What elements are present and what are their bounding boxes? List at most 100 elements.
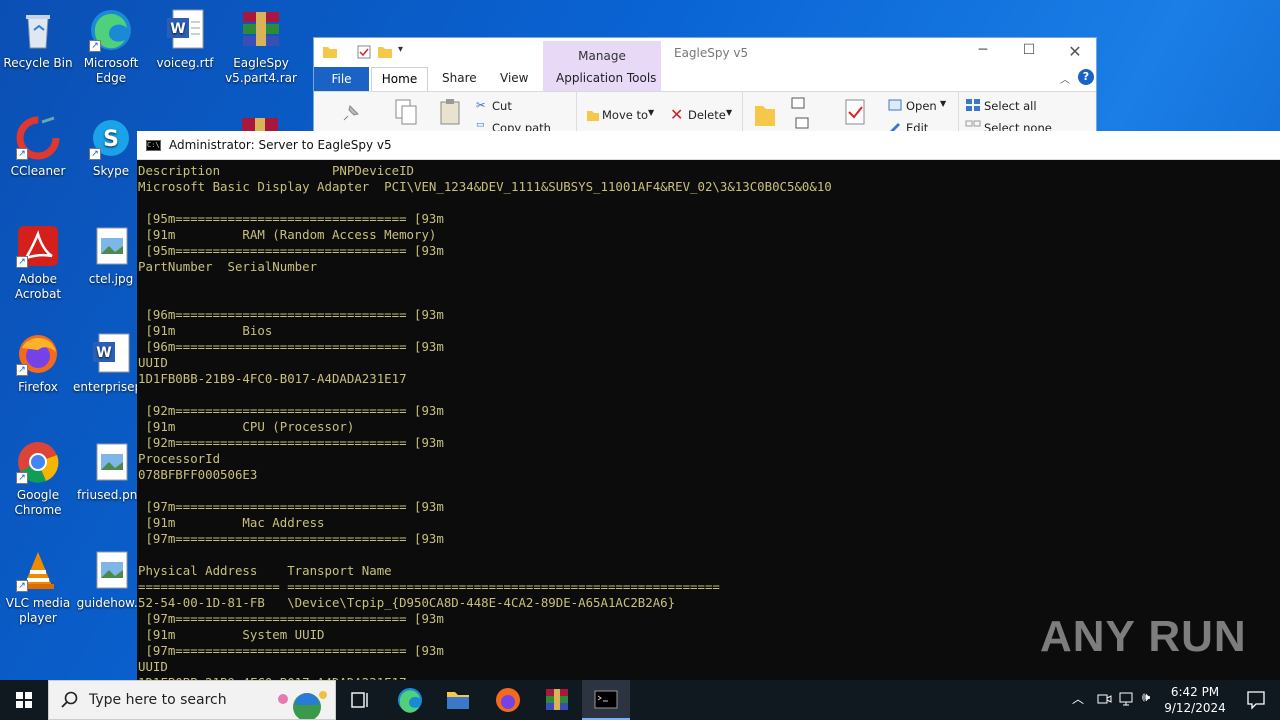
cmd-output-line: [96m=============================== [93m — [138, 339, 444, 354]
acrobat-icon: ↗ — [16, 224, 60, 268]
task-view-icon — [351, 692, 368, 708]
taskbar-explorer-button[interactable] — [434, 680, 482, 720]
shortcut-arrow-icon: ↗ — [16, 472, 28, 484]
winrar-archive-icon — [238, 116, 286, 131]
chevron-down-icon: ▼ — [648, 108, 655, 117]
scissors-icon: ✂ — [476, 98, 486, 112]
chevron-down-icon: ▼ — [940, 99, 947, 108]
cmd-output[interactable]: Description PNPDeviceID Microsoft Basic D… — [138, 163, 1280, 680]
open-button[interactable]: Open — [906, 99, 937, 113]
tab-view[interactable]: View — [500, 71, 528, 85]
desktop-icon-label: CCleaner — [10, 164, 66, 178]
adobe-acrobat-shortcut[interactable]: ↗ Adobe Acrobat — [0, 224, 76, 302]
paste-icon[interactable] — [438, 98, 462, 130]
collapse-ribbon-icon[interactable]: ︿ — [1060, 71, 1070, 86]
cmd-output-line: =================== ====================… — [138, 579, 720, 594]
shortcut-arrow-icon: ↗ — [16, 148, 28, 160]
desktop-icon-label: VLC media player — [5, 596, 71, 625]
cmd-output-line: 52-54-00-1D-81-FB \Device\Tcpip_{D950CA8… — [138, 595, 676, 610]
winrar-archive-icon — [239, 8, 283, 52]
shortcut-arrow-icon: ↗ — [16, 256, 28, 268]
cmd-output-line: [91m CPU (Processor) — [138, 419, 355, 434]
ribbon-tabs: File Home Share View Application Tools ︿… — [314, 67, 1096, 91]
select-all-button[interactable]: Select all — [984, 99, 1037, 113]
minimize-icon[interactable]: ─ — [960, 42, 1006, 58]
delete-button[interactable]: Delete — [688, 108, 726, 122]
tab-file[interactable]: File — [314, 67, 369, 91]
chevron-up-icon[interactable]: ︿ — [1072, 690, 1084, 707]
select-all-icon — [965, 98, 981, 115]
watermark-text: ANY RUN — [1040, 612, 1247, 661]
shortcut-arrow-icon: ↗ — [89, 40, 101, 52]
taskbar-clock[interactable]: 6:42 PM 9/12/2024 — [1160, 684, 1230, 716]
eaglespy-rar-file[interactable]: EagleSpy v5.part4.rar — [223, 8, 299, 86]
firefox-icon — [496, 688, 520, 712]
cmd-window-title: Administrator: Server to EagleSpy v5 — [169, 138, 392, 152]
vlc-shortcut[interactable]: ↗ VLC media player — [0, 548, 76, 626]
taskbar-cmd-button[interactable] — [582, 680, 630, 720]
cmd-output-line — [138, 547, 1280, 563]
copy-path-icon: ▭ — [476, 120, 485, 130]
taskbar-edge-button[interactable] — [386, 680, 434, 720]
svg-text:W: W — [96, 345, 111, 361]
command-prompt-window[interactable]: C:\ Administrator: Server to EagleSpy v5… — [137, 131, 1280, 680]
cmd-output-line — [138, 291, 1280, 307]
network-icon[interactable] — [1118, 691, 1136, 711]
cut-button[interactable]: Cut — [492, 99, 512, 113]
cmd-output-line — [138, 483, 1280, 499]
close-icon[interactable]: ✕ — [1052, 42, 1098, 61]
help-icon[interactable]: ? — [1078, 69, 1094, 85]
word-document-icon: W — [89, 332, 133, 376]
clock-date: 9/12/2024 — [1164, 701, 1226, 715]
notifications-button[interactable] — [1232, 680, 1280, 720]
desktop-icon-label: Adobe Acrobat — [14, 272, 62, 301]
cmd-output-line — [138, 387, 1280, 403]
voiceg-rtf-file[interactable]: W voiceg.rtf — [147, 8, 223, 71]
copy-icon[interactable] — [394, 98, 418, 130]
cmd-output-line: 1D1FB0BB-21B9-4FC0-B017-A4DADA231E17 — [138, 371, 407, 386]
taskbar-firefox-button[interactable] — [484, 680, 532, 720]
edge-shortcut[interactable]: ↗ Microsoft Edge — [73, 8, 149, 86]
taskbar-search-box[interactable]: Type here to search — [48, 680, 336, 720]
explorer-window-title: EagleSpy v5 — [674, 46, 749, 60]
file-explorer-window[interactable]: ▾ Manage EagleSpy v5 ─ ☐ ✕ File Home Sha… — [313, 37, 1098, 138]
ccleaner-shortcut[interactable]: ↗ CCleaner — [0, 116, 76, 179]
cmd-titlebar[interactable]: C:\ Administrator: Server to EagleSpy v5 — [137, 131, 1280, 160]
cmd-output-line: [92m=============================== [93m — [138, 435, 444, 450]
explorer-titlebar[interactable]: ▾ Manage EagleSpy v5 ─ ☐ ✕ — [314, 38, 1098, 101]
desktop-icon-label: Recycle Bin — [3, 56, 73, 70]
new-item-icon[interactable] — [790, 96, 812, 136]
vlc-icon: ↗ — [16, 548, 60, 592]
shortcut-arrow-icon: ↗ — [16, 364, 28, 376]
taskbar-winrar-button[interactable] — [533, 680, 581, 720]
open-icon — [888, 99, 902, 114]
recycle-bin-shortcut[interactable]: Recycle Bin — [0, 8, 76, 71]
new-folder-icon[interactable] — [377, 44, 393, 64]
cmd-output-line: [97m=============================== [93m — [138, 531, 444, 546]
tab-share[interactable]: Share — [442, 71, 477, 85]
cmd-output-line: [91m RAM (Random Access Memory) — [138, 227, 437, 242]
ccleaner-icon: ↗ — [16, 116, 60, 160]
maximize-icon[interactable]: ☐ — [1006, 42, 1052, 58]
meet-now-icon[interactable] — [1096, 691, 1112, 711]
image-file-icon — [89, 548, 133, 592]
task-view-button[interactable] — [336, 680, 384, 720]
new-folder-icon[interactable] — [754, 100, 776, 132]
start-button[interactable] — [0, 680, 48, 720]
cmd-output-line: [95m=============================== [93m — [138, 211, 444, 226]
chrome-shortcut[interactable]: ↗ Google Chrome — [0, 440, 76, 518]
move-to-button[interactable]: Move to — [602, 108, 648, 122]
skype-icon: S ↗ — [89, 116, 133, 160]
firefox-shortcut[interactable]: ↗ Firefox — [0, 332, 76, 395]
cmd-output-line: [96m=============================== [93m — [138, 307, 444, 322]
volume-icon[interactable]: 🕪 — [1142, 690, 1150, 705]
quick-access-dropdown-icon[interactable]: ▾ — [398, 44, 403, 55]
tab-application-tools[interactable]: Application Tools — [556, 71, 656, 85]
properties-icon[interactable] — [844, 98, 868, 130]
cmd-icon — [594, 690, 618, 709]
properties-icon[interactable] — [356, 44, 372, 64]
desktop-icon-label: voiceg.rtf — [156, 56, 214, 70]
tab-home[interactable]: Home — [371, 67, 428, 91]
cmd-output-line — [138, 275, 1280, 291]
pin-icon[interactable] — [342, 102, 362, 126]
